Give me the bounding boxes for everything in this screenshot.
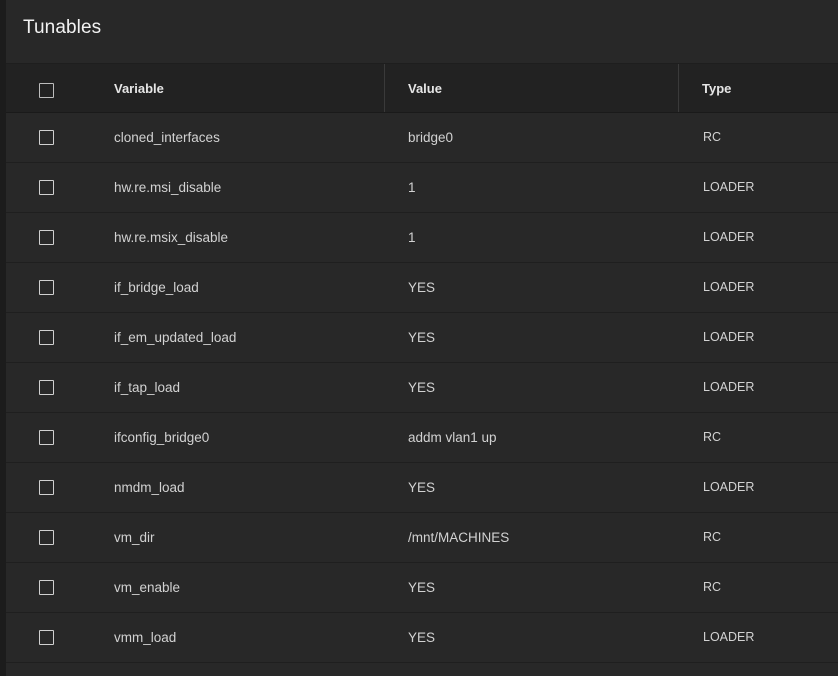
variable-cell: hw.re.msi_disable xyxy=(114,180,222,195)
row-checkbox[interactable] xyxy=(39,430,54,445)
table-row[interactable]: hw.re.msix_disable 1 LOADER xyxy=(6,213,838,263)
column-header-value[interactable]: Value xyxy=(408,64,442,112)
column-header-variable[interactable]: Variable xyxy=(114,64,164,112)
type-cell: RC xyxy=(703,580,722,594)
value-cell: 1 xyxy=(408,230,416,245)
type-cell: LOADER xyxy=(703,180,755,194)
row-checkbox[interactable] xyxy=(39,130,54,145)
value-cell: addm vlan1 up xyxy=(408,430,497,445)
value-cell: /mnt/MACHINES xyxy=(408,530,510,545)
variable-cell: cloned_interfaces xyxy=(114,130,220,145)
table-row[interactable]: vmm_load YES LOADER xyxy=(6,613,838,663)
value-cell: YES xyxy=(408,280,436,295)
table-body: cloned_interfaces bridge0 RC hw.re.msi_d… xyxy=(6,113,838,663)
type-cell: RC xyxy=(703,430,722,444)
row-checkbox[interactable] xyxy=(39,480,54,495)
row-checkbox[interactable] xyxy=(39,180,54,195)
value-cell: YES xyxy=(408,580,436,595)
value-cell: YES xyxy=(408,380,436,395)
table-row[interactable]: hw.re.msi_disable 1 LOADER xyxy=(6,163,838,213)
table-header: Variable Value Type xyxy=(6,64,838,113)
table-row[interactable]: if_bridge_load YES LOADER xyxy=(6,263,838,313)
table-row[interactable]: vm_dir /mnt/MACHINES RC xyxy=(6,513,838,563)
table-row[interactable]: vm_enable YES RC xyxy=(6,563,838,613)
type-cell: LOADER xyxy=(703,630,755,644)
row-checkbox[interactable] xyxy=(39,580,54,595)
variable-cell: vm_enable xyxy=(114,580,181,595)
type-cell: LOADER xyxy=(703,380,755,394)
row-checkbox[interactable] xyxy=(39,330,54,345)
type-cell: LOADER xyxy=(703,230,755,244)
value-cell: YES xyxy=(408,480,436,495)
value-cell: bridge0 xyxy=(408,130,454,145)
select-all-checkbox[interactable] xyxy=(39,83,54,98)
variable-cell: hw.re.msix_disable xyxy=(114,230,229,245)
variable-cell: ifconfig_bridge0 xyxy=(114,430,210,445)
row-checkbox[interactable] xyxy=(39,230,54,245)
tunables-table: Variable Value Type cloned_interfaces br… xyxy=(6,64,838,663)
variable-cell: if_em_updated_load xyxy=(114,330,237,345)
row-checkbox[interactable] xyxy=(39,280,54,295)
column-divider[interactable] xyxy=(384,64,385,112)
variable-cell: vmm_load xyxy=(114,630,177,645)
column-divider[interactable] xyxy=(678,64,679,112)
value-cell: YES xyxy=(408,330,436,345)
variable-cell: if_bridge_load xyxy=(114,280,199,295)
table-row[interactable]: nmdm_load YES LOADER xyxy=(6,463,838,513)
variable-cell: vm_dir xyxy=(114,530,155,545)
variable-cell: if_tap_load xyxy=(114,380,181,395)
type-cell: LOADER xyxy=(703,330,755,344)
type-cell: LOADER xyxy=(703,280,755,294)
tunables-card: Tunables Variable Value Type cloned_inte… xyxy=(6,0,838,676)
row-checkbox[interactable] xyxy=(39,530,54,545)
variable-cell: nmdm_load xyxy=(114,480,185,495)
table-row[interactable]: if_em_updated_load YES LOADER xyxy=(6,313,838,363)
value-cell: 1 xyxy=(408,180,416,195)
table-row[interactable]: ifconfig_bridge0 addm vlan1 up RC xyxy=(6,413,838,463)
value-cell: YES xyxy=(408,630,436,645)
type-cell: RC xyxy=(703,130,722,144)
table-row[interactable]: cloned_interfaces bridge0 RC xyxy=(6,113,838,163)
row-checkbox[interactable] xyxy=(39,380,54,395)
table-row[interactable]: if_tap_load YES LOADER xyxy=(6,363,838,413)
type-cell: LOADER xyxy=(703,480,755,494)
row-checkbox[interactable] xyxy=(39,630,54,645)
page-title: Tunables xyxy=(23,17,102,38)
type-cell: RC xyxy=(703,530,722,544)
card-header: Tunables xyxy=(6,0,838,64)
column-header-type[interactable]: Type xyxy=(702,64,731,112)
